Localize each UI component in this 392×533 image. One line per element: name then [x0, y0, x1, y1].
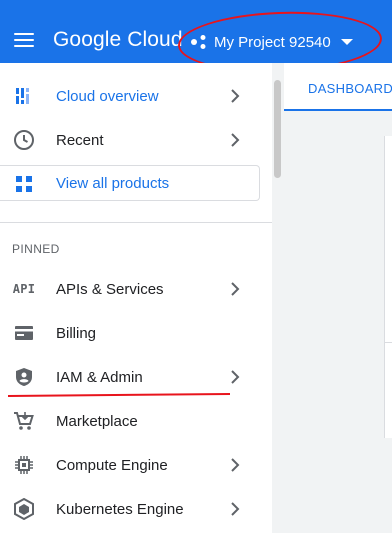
chevron-right-icon [231, 89, 240, 103]
sidebar-item-label: Compute Engine [56, 456, 168, 474]
card-divider [384, 342, 392, 343]
chevron-right-icon [231, 370, 240, 384]
dashboard-icon [13, 85, 35, 107]
grid-icon [16, 176, 32, 192]
cart-icon [13, 410, 35, 432]
sidebar-item-label: Cloud overview [56, 87, 159, 105]
sidebar-item-billing[interactable]: Billing [0, 311, 272, 355]
sidebar-item-cloud-overview[interactable]: Cloud overview [0, 74, 272, 118]
sidebar-item-kubernetes-engine[interactable]: Kubernetes Engine [0, 487, 272, 531]
sidebar-item-iam-admin[interactable]: IAM & Admin [0, 355, 272, 399]
sidebar-item-label: APIs & Services [56, 280, 164, 298]
chevron-right-icon [231, 502, 240, 516]
api-icon: API [12, 282, 36, 296]
sidebar-scrollbar-thumb[interactable] [274, 80, 281, 178]
hexagon-icon [13, 498, 35, 520]
sidebar-item-label: Marketplace [56, 412, 138, 430]
sidebar-item-label: Recent [56, 131, 104, 149]
billing-icon [13, 322, 35, 344]
sidebar-item-label: Billing [56, 324, 97, 342]
view-all-products-label: View all products [56, 175, 170, 192]
sidebar-divider [0, 222, 272, 223]
main-content-area [284, 63, 392, 533]
pinned-section-header: PINNED [12, 242, 60, 256]
sidebar-item-marketplace[interactable]: Marketplace [0, 399, 272, 443]
view-all-products-button[interactable]: View all products [0, 165, 260, 201]
chip-icon [13, 454, 35, 476]
dashboard-card [384, 136, 392, 438]
chevron-right-icon [231, 133, 240, 147]
sidebar-item-label: IAM & Admin [56, 368, 143, 386]
hamburger-menu-icon[interactable] [14, 33, 34, 47]
sidebar-item-compute-engine[interactable]: Compute Engine [0, 443, 272, 487]
sidebar-item-apis-services[interactable]: API APIs & Services [0, 267, 272, 311]
clock-icon [13, 129, 35, 151]
tab-active-indicator [284, 109, 392, 111]
shield-icon [13, 366, 35, 388]
sidebar-item-label: Kubernetes Engine [56, 500, 184, 518]
sidebar-item-recent[interactable]: Recent [0, 118, 272, 162]
tab-dashboard[interactable]: DASHBOARD [308, 81, 392, 96]
brand-logo-text[interactable]: Google Cloud [53, 28, 183, 52]
chevron-right-icon [231, 282, 240, 296]
chevron-right-icon [231, 458, 240, 472]
